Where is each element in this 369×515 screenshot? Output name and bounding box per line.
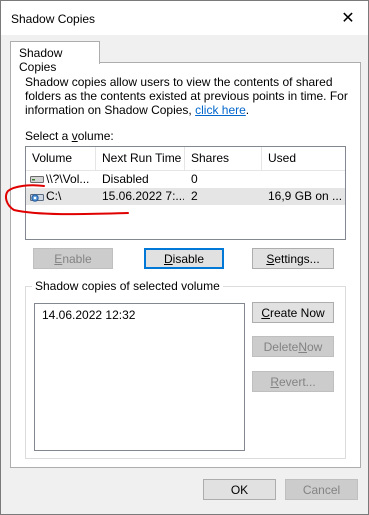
volume-list-header: Volume Next Run Time Shares Used — [26, 147, 345, 171]
description-text: Shadow copies allow users to view the co… — [25, 75, 348, 117]
volume-shares: 0 — [191, 172, 198, 186]
volume-row-selected[interactable]: C:\ 15.06.2022 7:... 2 16,9 GB on ... — [26, 188, 345, 205]
shadow-copies-dialog: Shadow Copies ✕ Shadow Copies Shadow cop… — [0, 0, 369, 515]
title-bar: Shadow Copies ✕ — [1, 1, 368, 35]
drive-shadow-icon — [30, 194, 44, 202]
column-header-shares[interactable]: Shares — [185, 147, 262, 170]
volume-row[interactable]: \\?\Vol... Disabled 0 — [26, 171, 345, 188]
volume-shares: 2 — [191, 189, 198, 203]
create-now-button[interactable]: Create Now — [252, 302, 334, 323]
volume-name: C:\ — [46, 189, 62, 203]
shadow-copies-list[interactable]: 14.06.2022 12:32 — [34, 303, 245, 451]
revert-button[interactable]: Revert... — [252, 371, 334, 392]
column-header-used[interactable]: Used — [262, 147, 345, 170]
volume-used: 16,9 GB on ... — [268, 189, 343, 203]
ok-button[interactable]: OK — [203, 479, 276, 500]
volume-next-run: Disabled — [102, 172, 149, 186]
tab-shadow-copies[interactable]: Shadow Copies — [10, 41, 100, 74]
group-title: Shadow copies of selected volume — [32, 279, 223, 293]
cancel-button[interactable]: Cancel — [285, 479, 358, 500]
shadow-copies-group: Shadow copies of selected volume 14.06.2… — [25, 279, 346, 459]
tab-panel: Shadow copies allow users to view the co… — [10, 62, 361, 468]
delete-now-button[interactable]: Delete Now — [252, 336, 334, 357]
close-icon[interactable]: ✕ — [328, 1, 368, 35]
drive-icon — [30, 176, 44, 183]
column-header-next-run-time[interactable]: Next Run Time — [96, 147, 185, 170]
tab-label: Shadow Copies — [19, 46, 63, 74]
column-header-volume[interactable]: Volume — [26, 147, 96, 170]
enable-button[interactable]: Enable — [33, 248, 113, 269]
disable-button[interactable]: Disable — [144, 248, 224, 269]
settings-button[interactable]: Settings... — [252, 248, 334, 269]
volume-list[interactable]: Volume Next Run Time Shares Used \\?\Vol… — [25, 146, 346, 240]
select-volume-label: Select a volume: — [25, 129, 114, 143]
click-here-link[interactable]: click here — [195, 103, 246, 117]
volume-name: \\?\Vol... — [46, 172, 90, 186]
volume-next-run: 15.06.2022 7:... — [102, 189, 184, 203]
window-title: Shadow Copies — [11, 12, 96, 26]
list-item[interactable]: 14.06.2022 12:32 — [42, 308, 135, 322]
